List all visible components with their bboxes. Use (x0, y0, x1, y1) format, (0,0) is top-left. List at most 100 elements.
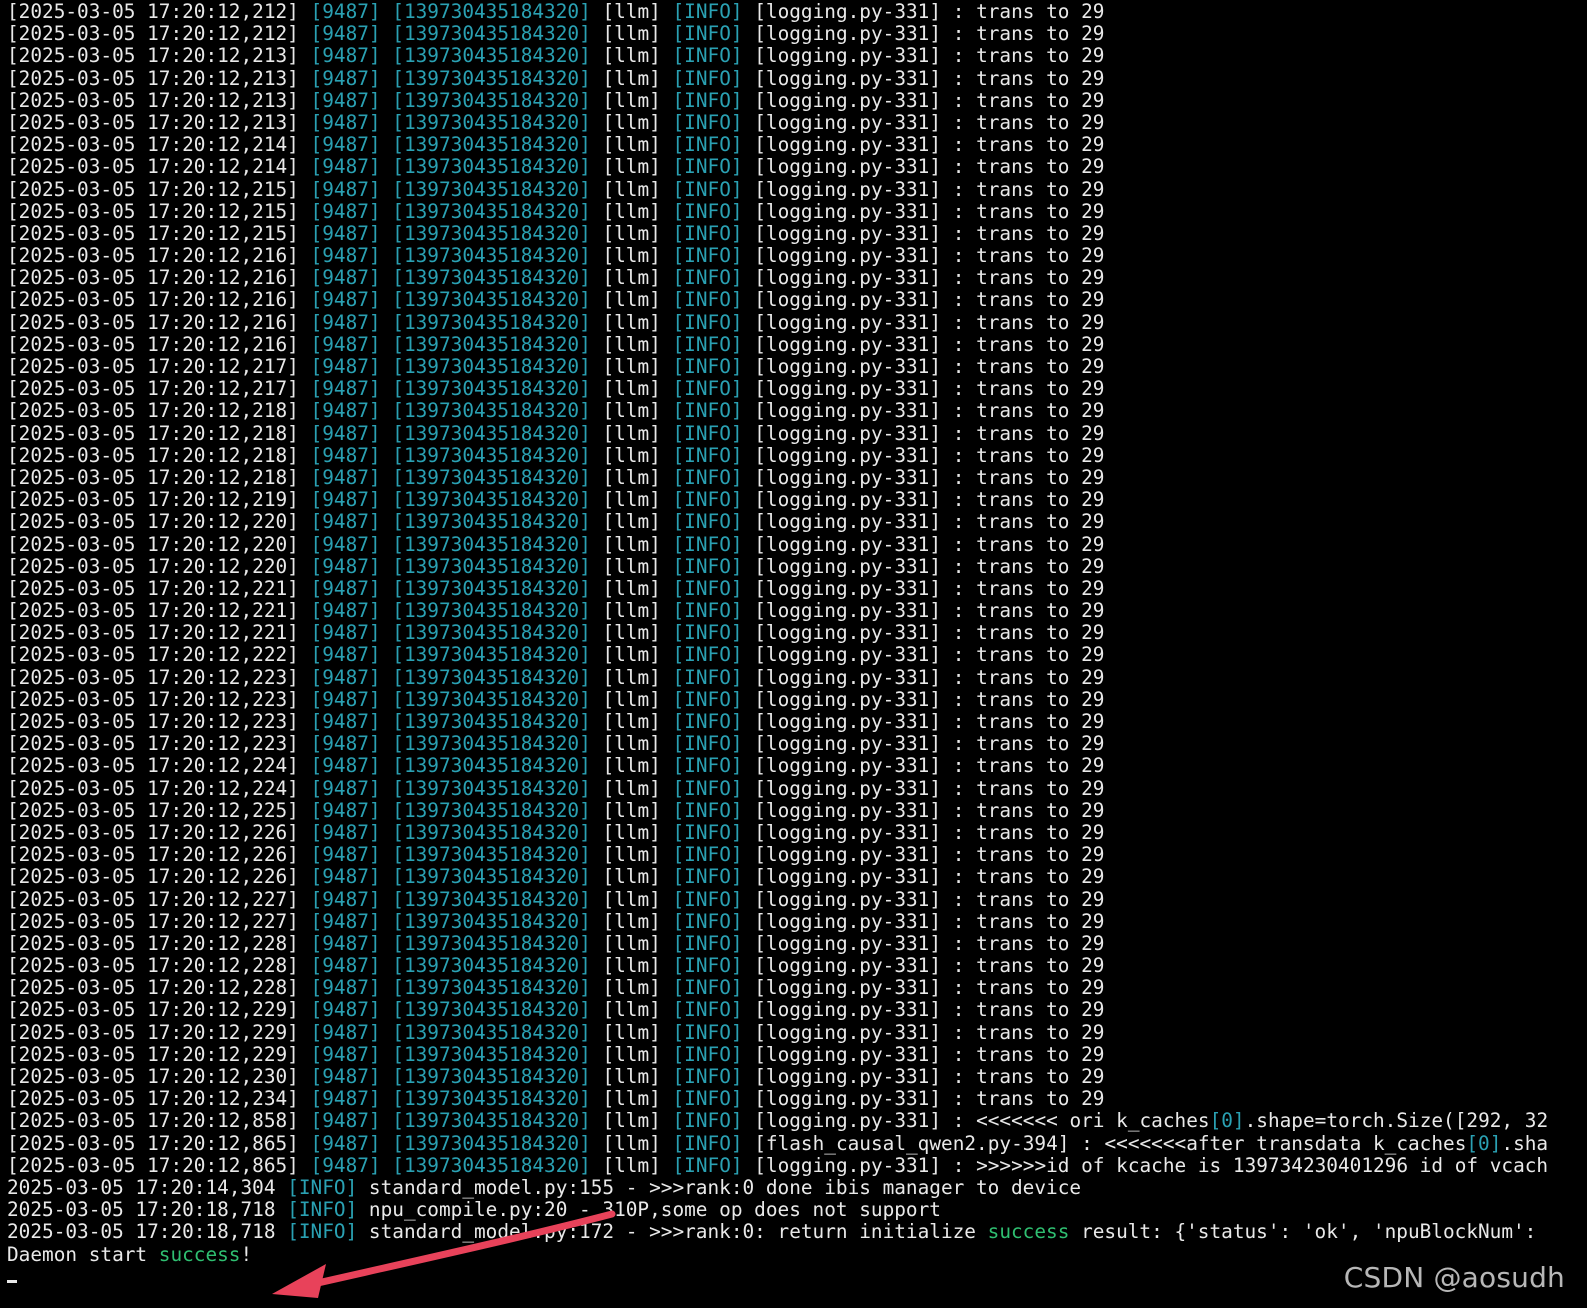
message-index: [0] (1466, 1132, 1502, 1155)
module: [llm] (602, 400, 661, 423)
module: [llm] (602, 955, 661, 978)
log-line-detail: [2025-03-05 17:20:12,865] [9487] [139730… (7, 1155, 1587, 1177)
log-level: [INFO] (672, 1, 743, 23)
pid: [9487] (310, 89, 381, 112)
log-line: [2025-03-05 17:20:12,224] [9487] [139730… (7, 755, 1587, 777)
timestamp: [2025-03-05 17:20:12,228] (7, 932, 299, 955)
thread-id: [139730435184320] (392, 600, 591, 623)
message: standard_model.py:155 - >>>rank:0 done i… (357, 1176, 1082, 1199)
log-level: [INFO] (672, 356, 743, 378)
source: [logging.py-331] (754, 932, 942, 955)
thread-id: [139730435184320] (392, 1043, 591, 1066)
pid: [9487] (310, 1021, 381, 1044)
log-level: [INFO] (672, 955, 743, 978)
log-output: [2025-03-05 17:20:12,212] [9487] [139730… (7, 1, 1587, 1110)
log-level: [INFO] (672, 666, 743, 689)
log-level: [INFO] (672, 400, 743, 423)
source: [logging.py-331] (754, 844, 942, 867)
log-line: [2025-03-05 17:20:12,226] [9487] [139730… (7, 822, 1587, 844)
thread-id: [139730435184320] (392, 67, 591, 90)
pid: [9487] (310, 156, 381, 179)
message: : trans to 29 (952, 555, 1105, 578)
thread-id: [139730435184320] (392, 200, 591, 223)
pid: [9487] (310, 910, 381, 933)
log-line: [2025-03-05 17:20:12,227] [9487] [139730… (7, 889, 1587, 911)
log-level: [INFO] (672, 977, 743, 1000)
pid: [9487] (310, 533, 381, 556)
log-level: [INFO] (672, 200, 743, 223)
source: [logging.py-331] (754, 333, 942, 356)
message: : trans to 29 (952, 466, 1105, 489)
module: [llm] (602, 577, 661, 600)
thread-id: [139730435184320] (392, 977, 591, 1000)
source: [logging.py-331] (754, 466, 942, 489)
timestamp: [2025-03-05 17:20:12,212] (7, 1, 299, 23)
daemon-status: success (158, 1243, 241, 1266)
log-line: [2025-03-05 17:20:12,229] [9487] [139730… (7, 1044, 1587, 1066)
log-line: [2025-03-05 17:20:12,213] [9487] [139730… (7, 90, 1587, 112)
log-line-detail: [2025-03-05 17:20:12,865] [9487] [139730… (7, 1133, 1587, 1155)
pid: [9487] (310, 577, 381, 600)
timestamp: [2025-03-05 17:20:12,218] (7, 444, 299, 467)
message-rest: .shape=torch.Size([292, 32 (1244, 1110, 1549, 1133)
module: [llm] (602, 1066, 661, 1088)
timestamp: [2025-03-05 17:20:12,219] (7, 489, 299, 512)
log-line: [2025-03-05 17:20:12,230] [9487] [139730… (7, 1066, 1587, 1088)
log-level: [INFO] (672, 333, 743, 356)
module: [llm] (602, 866, 661, 889)
module: [llm] (602, 932, 661, 955)
source: [logging.py-331] (754, 23, 942, 46)
source: [logging.py-331] (754, 533, 942, 556)
pid: [9487] (310, 489, 381, 512)
module: [llm] (602, 134, 661, 157)
message: : trans to 29 (952, 844, 1105, 867)
terminal-window[interactable]: [2025-03-05 17:20:12,212] [9487] [139730… (0, 0, 1587, 1308)
message: : trans to 29 (952, 888, 1105, 911)
message: npu_compile.py:20 - 310P,some op does no… (357, 1199, 941, 1222)
log-line: [2025-03-05 17:20:12,221] [9487] [139730… (7, 600, 1587, 622)
pid: [9487] (310, 178, 381, 201)
timestamp: [2025-03-05 17:20:12,223] (7, 711, 299, 733)
log-line: [2025-03-05 17:20:12,217] [9487] [139730… (7, 356, 1587, 378)
log-level: [INFO] (672, 932, 743, 955)
source: [logging.py-331] (754, 489, 942, 512)
thread-id: [139730435184320] (392, 1088, 591, 1111)
message: : trans to 29 (952, 733, 1105, 756)
source: [logging.py-331] (754, 999, 942, 1022)
source: [logging.py-331] (754, 222, 942, 245)
pid: [9487] (310, 600, 381, 623)
pid: [9487] (310, 45, 381, 68)
log-level: [INFO] (672, 23, 743, 46)
module: [llm] (602, 711, 661, 733)
source: [logging.py-331] (754, 400, 942, 423)
thread-id: [139730435184320] (392, 311, 591, 334)
log-line: [2025-03-05 17:20:12,226] [9487] [139730… (7, 844, 1587, 866)
log-level: [INFO] (672, 222, 743, 245)
message: : trans to 29 (952, 267, 1105, 290)
source: [logging.py-331] (754, 555, 942, 578)
source: [logging.py-331] (754, 755, 942, 778)
pid: [9487] (310, 356, 381, 378)
source: [logging.py-331] (754, 622, 942, 645)
log-level: [INFO] (672, 1066, 743, 1088)
source: [logging.py-331] (754, 267, 942, 290)
log-level: [INFO] (672, 600, 743, 623)
message: : >>>>>>id of kcache is 139734230401296 … (952, 1154, 1549, 1177)
module: [llm] (602, 888, 661, 911)
module: [llm] (602, 89, 661, 112)
log-level: [INFO] (672, 1132, 743, 1155)
source: [logging.py-331] (754, 444, 942, 467)
module: [llm] (602, 777, 661, 800)
thread-id: [139730435184320] (392, 577, 591, 600)
log-level: [INFO] (672, 422, 743, 445)
log-level: [INFO] (672, 511, 743, 534)
log-level: [INFO] (672, 178, 743, 201)
log-line: [2025-03-05 17:20:12,225] [9487] [139730… (7, 800, 1587, 822)
pid: [9487] (310, 245, 381, 268)
module: [llm] (602, 1043, 661, 1066)
module: [llm] (602, 356, 661, 378)
pid: [9487] (310, 1088, 381, 1111)
timestamp: [2025-03-05 17:20:12,213] (7, 67, 299, 90)
source: [logging.py-331] (754, 666, 942, 689)
pid: [9487] (310, 711, 381, 733)
